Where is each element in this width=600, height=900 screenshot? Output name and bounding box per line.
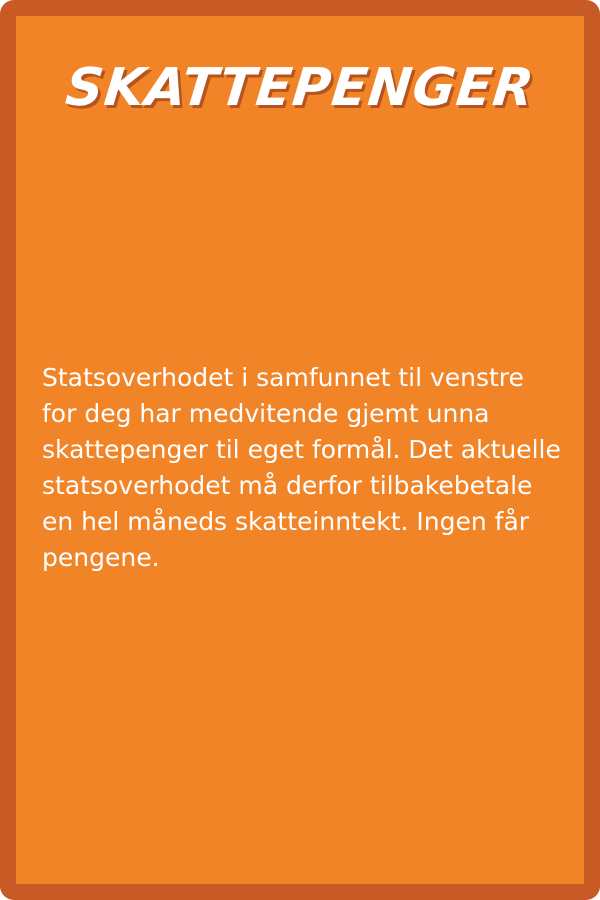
- card-title: SKATTEPENGER: [62, 58, 538, 118]
- event-card: SKATTEPENGER Statsoverhodet i samfunnet …: [0, 0, 600, 900]
- card-description: Statsoverhodet i samfunnet til venstre f…: [42, 363, 561, 572]
- card-face: SKATTEPENGER Statsoverhodet i samfunnet …: [16, 16, 584, 884]
